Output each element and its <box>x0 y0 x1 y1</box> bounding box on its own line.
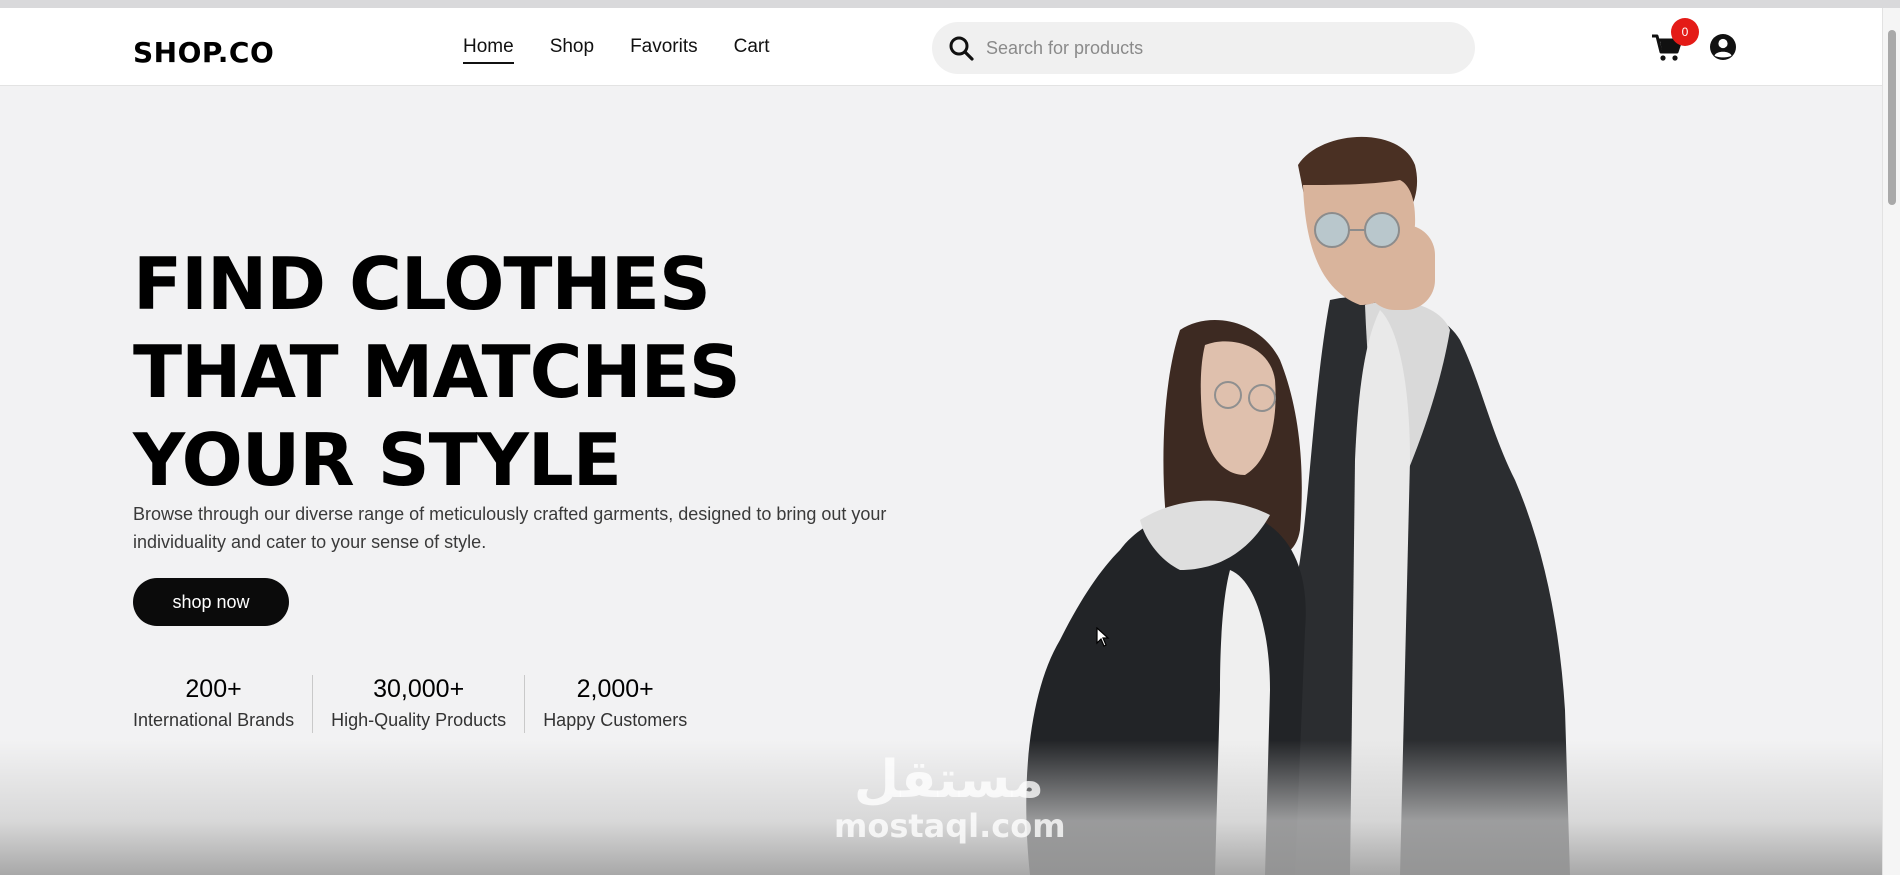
hero-headline: FIND CLOTHES THAT MATCHES YOUR STYLE <box>133 240 741 504</box>
stat-customers-value: 2,000+ <box>576 675 654 703</box>
browser-top-strip <box>0 0 1900 8</box>
nav-home-link[interactable]: Home <box>463 36 514 64</box>
hero-headline-line-3: YOUR STYLE <box>133 418 622 502</box>
hero-description: Browse through our diverse range of meti… <box>133 504 887 552</box>
nav-favorites-link[interactable]: Favorits <box>630 36 698 64</box>
page-scrollbar[interactable] <box>1882 8 1900 875</box>
stat-brands-label: International Brands <box>133 710 295 730</box>
stat-brands: 200+ International Brands <box>133 673 312 735</box>
watermark: مستقل mostaql.com <box>834 750 1066 845</box>
stat-products-value: 30,000+ <box>373 675 465 703</box>
site-header: SHOP.CO Home Shop Favorits Cart 0 <box>0 8 1882 86</box>
scrollbar-thumb[interactable] <box>1888 30 1896 205</box>
hero-headline-line-2: THAT MATCHES <box>133 330 741 414</box>
hero-stats: 200+ International Brands 30,000+ High-Q… <box>133 673 705 735</box>
watermark-arabic: مستقل <box>853 750 1045 810</box>
user-icon[interactable] <box>1708 32 1738 62</box>
nav-cart-link[interactable]: Cart <box>734 36 770 64</box>
main-nav: Home Shop Favorits Cart <box>463 36 770 64</box>
stat-brands-value: 200+ <box>185 675 242 703</box>
watermark-latin: mostaql.com <box>834 807 1066 845</box>
stat-customers-label: Happy Customers <box>543 710 688 730</box>
nav-shop-link[interactable]: Shop <box>550 36 594 64</box>
cart-count-badge: 0 <box>1671 18 1699 46</box>
hero-headline-line-1: FIND CLOTHES <box>133 242 711 326</box>
stat-products: 30,000+ High-Quality Products <box>313 673 524 735</box>
stat-products-label: High-Quality Products <box>331 710 507 730</box>
hero-models-image <box>1026 136 1570 875</box>
search-input[interactable] <box>986 30 1446 66</box>
mouse-cursor-icon <box>1096 627 1110 647</box>
shop-now-button[interactable]: shop now <box>133 578 289 626</box>
search-icon[interactable] <box>948 35 974 61</box>
stat-customers: 2,000+ Happy Customers <box>525 673 705 735</box>
site-logo[interactable]: SHOP.CO <box>133 36 274 69</box>
search-bar <box>932 22 1475 74</box>
